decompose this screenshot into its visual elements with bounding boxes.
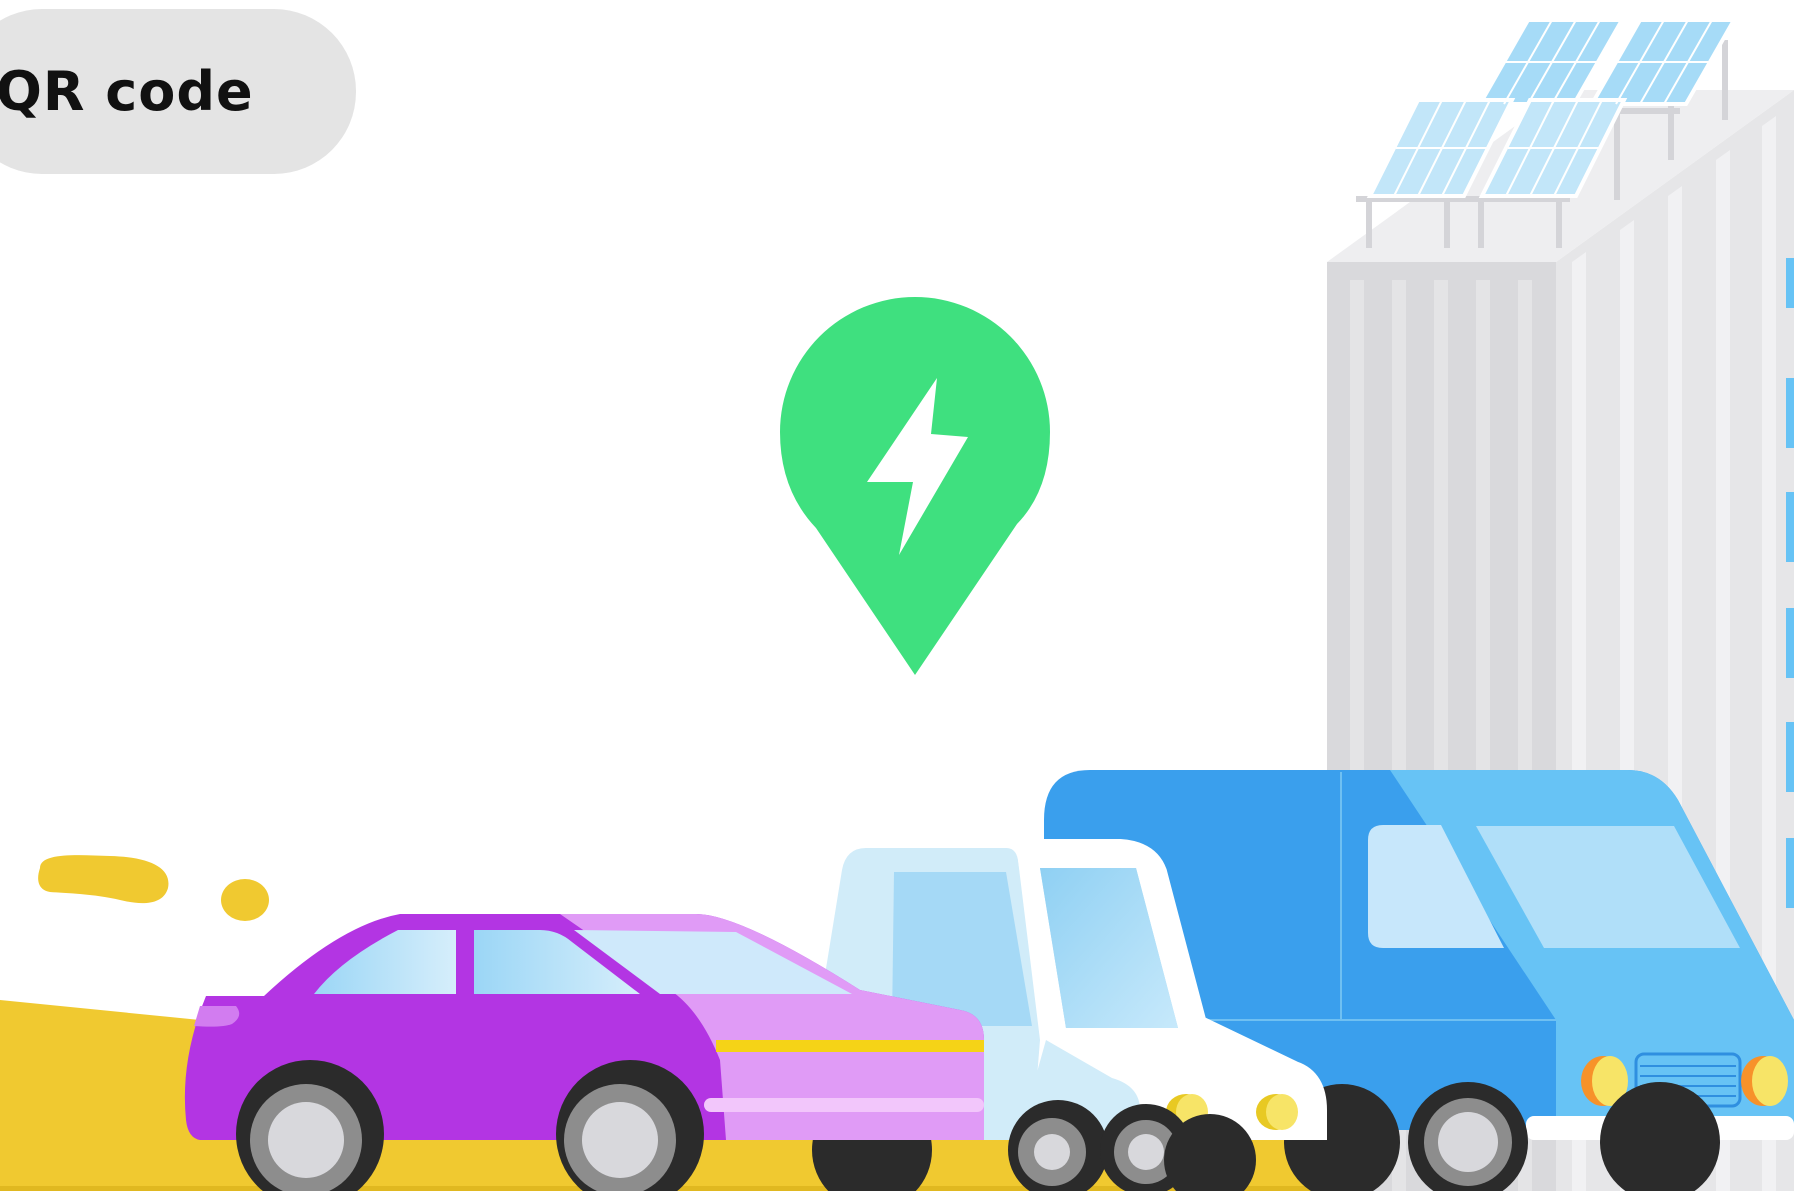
splash-decoration bbox=[38, 855, 269, 921]
charging-location-marker bbox=[780, 297, 1050, 675]
charging-scene-illustration bbox=[0, 18, 1794, 1191]
qr-code-button[interactable]: QR code bbox=[0, 9, 356, 174]
qr-code-label: QR code bbox=[0, 60, 254, 123]
